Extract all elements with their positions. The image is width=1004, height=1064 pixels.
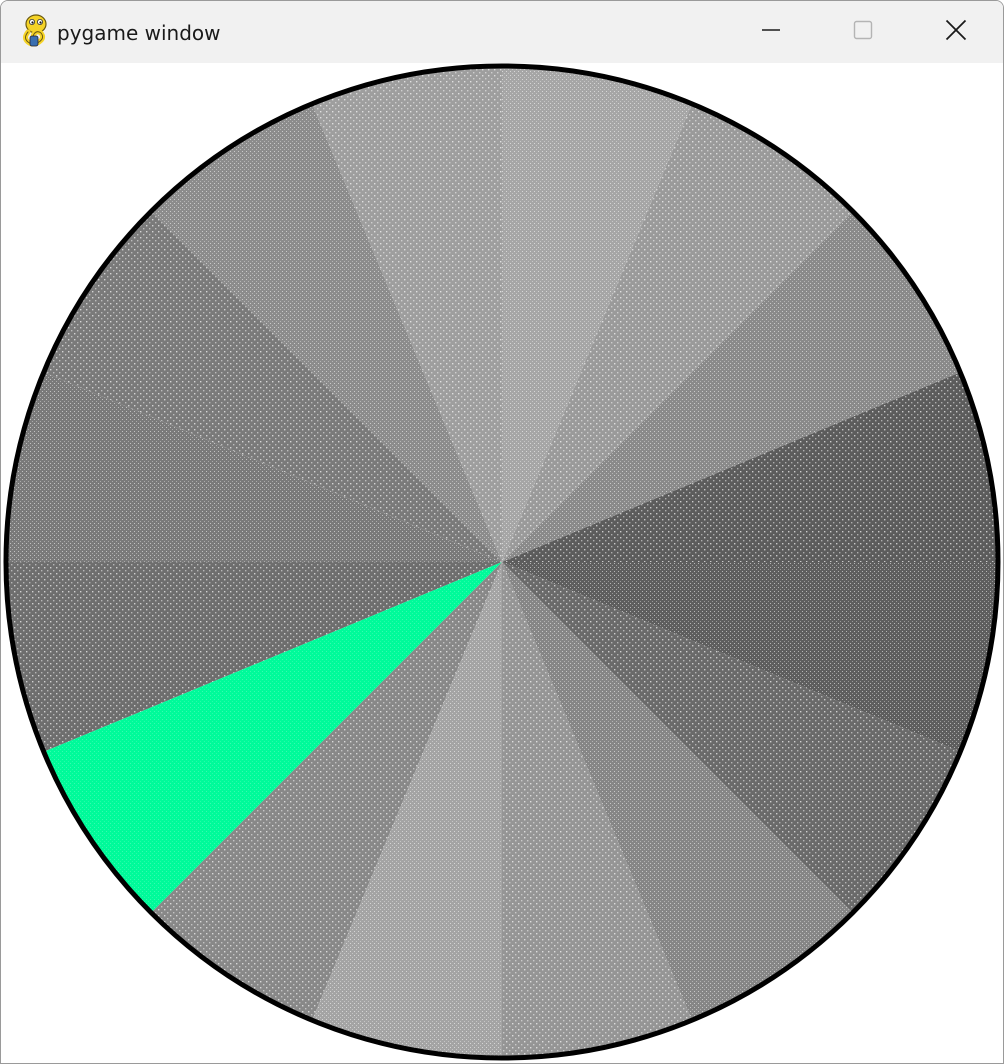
- close-button[interactable]: [909, 1, 1003, 63]
- wheel: [3, 63, 1001, 1061]
- maximize-icon: [853, 20, 873, 44]
- maximize-button[interactable]: [817, 1, 909, 63]
- title-bar[interactable]: pygame window: [1, 1, 1003, 63]
- pygame-window: pygame window: [0, 0, 1004, 1064]
- window-title: pygame window: [57, 21, 221, 45]
- close-icon: [945, 19, 967, 45]
- game-canvas[interactable]: [2, 63, 1002, 1063]
- minimize-icon: [761, 20, 781, 44]
- minimize-button[interactable]: [725, 1, 817, 63]
- pygame-snake-icon: [19, 14, 51, 50]
